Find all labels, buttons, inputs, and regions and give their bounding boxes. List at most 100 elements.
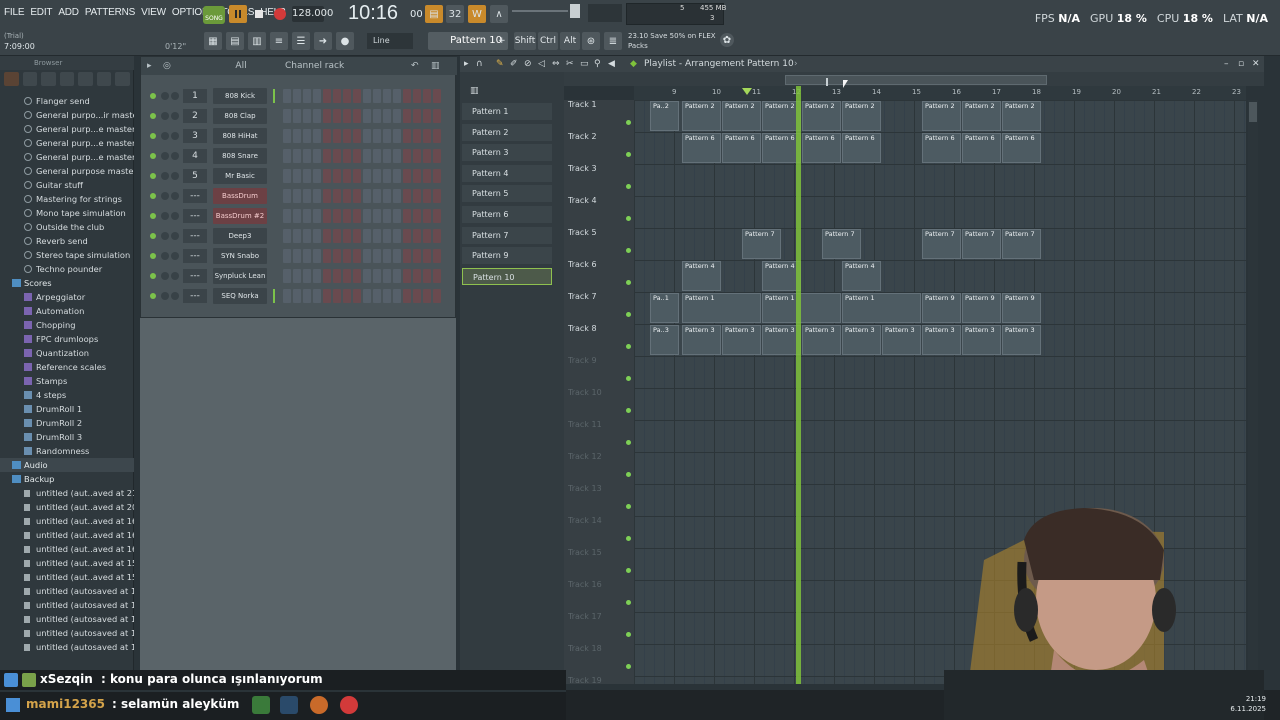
channel-knob[interactable]	[161, 192, 169, 200]
file-icon[interactable]	[22, 72, 38, 86]
step-button[interactable]	[353, 229, 361, 243]
channel-knob[interactable]	[171, 92, 179, 100]
channel-enable-led[interactable]	[150, 93, 156, 99]
step-button[interactable]	[373, 169, 381, 183]
browser-item[interactable]: Arpeggiator	[0, 290, 134, 304]
track-header[interactable]: Track 11	[568, 420, 634, 452]
channel-row[interactable]: 3 808 HiHat	[147, 127, 453, 147]
step-button[interactable]	[323, 89, 331, 103]
step-button[interactable]	[313, 209, 321, 223]
channel-knob[interactable]	[161, 172, 169, 180]
playlist-clip[interactable]: Pa..3	[650, 325, 679, 355]
step-button[interactable]	[293, 169, 301, 183]
channel-mixer-track[interactable]: ---	[183, 249, 207, 263]
step-button[interactable]	[303, 269, 311, 283]
channel-select-indicator[interactable]	[273, 269, 275, 283]
step-button[interactable]	[303, 169, 311, 183]
playlist-icon[interactable]: ▦	[204, 32, 222, 50]
step-button[interactable]	[393, 109, 401, 123]
track-mute-led[interactable]	[626, 376, 631, 381]
browser-item[interactable]: Guitar stuff	[0, 178, 134, 192]
slice-tool-icon[interactable]: ✂	[566, 56, 574, 72]
step-button[interactable]	[433, 249, 441, 263]
step-button[interactable]	[403, 89, 411, 103]
browser-item[interactable]: DrumRoll 2	[0, 416, 134, 430]
step-button[interactable]	[363, 129, 371, 143]
step-button[interactable]	[313, 289, 321, 303]
step-sequencer[interactable]	[283, 109, 441, 123]
playlist-clip[interactable]: Pattern 7	[962, 229, 1001, 259]
song-time-display[interactable]: 10:16	[348, 2, 398, 25]
step-button[interactable]	[353, 189, 361, 203]
step-button[interactable]	[363, 89, 371, 103]
playlist-clip[interactable]: Pattern 7	[922, 229, 961, 259]
step-button[interactable]	[413, 189, 421, 203]
step-button[interactable]	[383, 89, 391, 103]
microphone-icon[interactable]: ●	[336, 32, 354, 50]
step-button[interactable]	[393, 89, 401, 103]
step-button[interactable]	[343, 109, 351, 123]
channel-knob[interactable]	[161, 212, 169, 220]
step-button[interactable]	[393, 169, 401, 183]
step-button[interactable]	[423, 129, 431, 143]
browser-item[interactable]: Stamps	[0, 374, 134, 388]
playlist-clip[interactable]: Pa..1	[650, 293, 679, 323]
step-button[interactable]	[383, 149, 391, 163]
undo-icon[interactable]: ↶	[411, 57, 419, 75]
step-button[interactable]	[283, 229, 291, 243]
metronome-icon[interactable]: ▤	[425, 5, 443, 23]
step-button[interactable]	[423, 189, 431, 203]
track-header[interactable]: Track 6	[568, 260, 634, 292]
track-header[interactable]: Track 8	[568, 324, 634, 356]
step-button[interactable]	[393, 129, 401, 143]
channel-select-indicator[interactable]	[273, 249, 275, 263]
channel-mixer-track[interactable]: ---	[183, 209, 207, 223]
track-mute-led[interactable]	[626, 632, 631, 637]
channel-enable-led[interactable]	[150, 193, 156, 199]
browser-item[interactable]: DrumRoll 3	[0, 430, 134, 444]
step-sequencer[interactable]	[283, 149, 441, 163]
channel-name-button[interactable]: SYN Snabo	[213, 248, 267, 264]
track-mute-led[interactable]	[626, 536, 631, 541]
step-sequencer[interactable]	[283, 169, 441, 183]
channel-row[interactable]: 1 808 Kick	[147, 87, 453, 107]
step-button[interactable]	[333, 289, 341, 303]
step-button[interactable]	[313, 129, 321, 143]
step-button[interactable]	[353, 289, 361, 303]
step-button[interactable]	[333, 269, 341, 283]
playhead-marker[interactable]	[796, 86, 801, 684]
step-button[interactable]	[393, 209, 401, 223]
playlist-clip[interactable]: Pattern 7	[822, 229, 861, 259]
step-button[interactable]	[423, 209, 431, 223]
step-button[interactable]	[433, 129, 441, 143]
rack-options-icon[interactable]: ◎	[163, 57, 171, 75]
playlist-clip[interactable]: Pattern 2	[802, 101, 841, 131]
step-button[interactable]	[413, 209, 421, 223]
channel-knob[interactable]	[161, 272, 169, 280]
channel-select-indicator[interactable]	[273, 209, 275, 223]
channel-knob[interactable]	[171, 192, 179, 200]
browser-item[interactable]: Mono tape simulation	[0, 206, 134, 220]
browser-item[interactable]: untitled (aut..aved at 15h48)	[0, 556, 134, 570]
track-mute-led[interactable]	[626, 408, 631, 413]
browser-item[interactable]: DrumRoll 1	[0, 402, 134, 416]
pattern-item[interactable]: Pattern 10	[462, 267, 552, 285]
step-button[interactable]	[363, 289, 371, 303]
step-button[interactable]	[283, 109, 291, 123]
playlist-clip[interactable]: Pattern 6	[962, 133, 1001, 163]
channel-select-indicator[interactable]	[273, 109, 275, 123]
step-button[interactable]	[323, 229, 331, 243]
channel-name-button[interactable]: Mr Basic	[213, 168, 267, 184]
step-button[interactable]	[283, 249, 291, 263]
browser-item[interactable]: Randomness	[0, 444, 134, 458]
playlist-clip[interactable]: Pattern 1	[842, 293, 921, 323]
step-button[interactable]	[423, 109, 431, 123]
track-mute-led[interactable]	[626, 152, 631, 157]
channel-select-indicator[interactable]	[273, 289, 275, 303]
pattern-item[interactable]: Pattern 4	[462, 164, 552, 182]
step-sequencer[interactable]	[283, 209, 441, 223]
close-icon[interactable]: ✕	[1252, 56, 1260, 72]
step-button[interactable]	[423, 269, 431, 283]
track-mute-led[interactable]	[626, 120, 631, 125]
track-header[interactable]: Track 2	[568, 132, 634, 164]
